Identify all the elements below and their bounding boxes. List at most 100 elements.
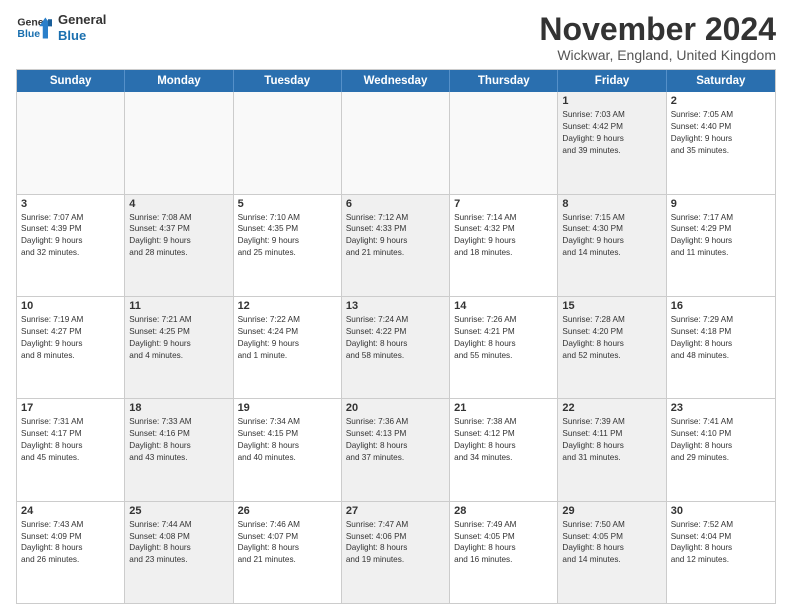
calendar-header: SundayMondayTuesdayWednesdayThursdayFrid… [17, 70, 775, 92]
calendar-week-3: 10Sunrise: 7:19 AM Sunset: 4:27 PM Dayli… [17, 297, 775, 399]
calendar-cell: 23 Sunrise: 7:41 AM Sunset: 4:10 PM Dayli… [667, 399, 775, 500]
day-number: 9 [671, 198, 771, 210]
day-info: Sunrise: 7:29 AM Sunset: 4:18 PM Dayligh… [671, 314, 771, 362]
calendar-cell: 7 Sunrise: 7:14 AM Sunset: 4:32 PM Daylig… [450, 195, 558, 296]
calendar-cell: 10Sunrise: 7:19 AM Sunset: 4:27 PM Dayli… [17, 297, 125, 398]
calendar-week-2: 3 Sunrise: 7:07 AM Sunset: 4:39 PM Daylig… [17, 195, 775, 297]
day-info: Sunrise: 7:22 AM Sunset: 4:24 PM Dayligh… [238, 314, 337, 362]
day-number: 26 [238, 505, 337, 517]
day-info: Sunrise: 7:10 AM Sunset: 4:35 PM Dayligh… [238, 212, 337, 260]
day-info: Sunrise: 7:41 AM Sunset: 4:10 PM Dayligh… [671, 416, 771, 464]
day-info: Sunrise: 7:38 AM Sunset: 4:12 PM Dayligh… [454, 416, 553, 464]
day-info: Sunrise: 7:24 AM Sunset: 4:22 PM Dayligh… [346, 314, 445, 362]
day-number: 14 [454, 300, 553, 312]
calendar-week-1: 1Sunrise: 7:03 AM Sunset: 4:42 PM Daylig… [17, 92, 775, 194]
logo-icon: General Blue [16, 14, 52, 42]
calendar-cell: 19 Sunrise: 7:34 AM Sunset: 4:15 PM Dayli… [234, 399, 342, 500]
calendar-cell: 8Sunrise: 7:15 AM Sunset: 4:30 PM Daylig… [558, 195, 666, 296]
day-info: Sunrise: 7:14 AM Sunset: 4:32 PM Dayligh… [454, 212, 553, 260]
day-number: 7 [454, 198, 553, 210]
calendar-cell: 1Sunrise: 7:03 AM Sunset: 4:42 PM Daylig… [558, 92, 666, 193]
day-info: Sunrise: 7:12 AM Sunset: 4:33 PM Dayligh… [346, 212, 445, 260]
day-number: 19 [238, 402, 337, 414]
calendar-cell [342, 92, 450, 193]
day-number: 24 [21, 505, 120, 517]
calendar-cell: 12 Sunrise: 7:22 AM Sunset: 4:24 PM Dayli… [234, 297, 342, 398]
day-info: Sunrise: 7:33 AM Sunset: 4:16 PM Dayligh… [129, 416, 228, 464]
day-number: 28 [454, 505, 553, 517]
calendar-cell: 11 Sunrise: 7:21 AM Sunset: 4:25 PM Dayli… [125, 297, 233, 398]
day-info: Sunrise: 7:47 AM Sunset: 4:06 PM Dayligh… [346, 519, 445, 567]
day-number: 8 [562, 198, 661, 210]
weekday-header-tuesday: Tuesday [234, 70, 342, 92]
day-number: 30 [671, 505, 771, 517]
day-info: Sunrise: 7:36 AM Sunset: 4:13 PM Dayligh… [346, 416, 445, 464]
calendar-cell: 22 Sunrise: 7:39 AM Sunset: 4:11 PM Dayli… [558, 399, 666, 500]
calendar-cell [17, 92, 125, 193]
svg-text:Blue: Blue [17, 27, 40, 39]
calendar-cell: 18 Sunrise: 7:33 AM Sunset: 4:16 PM Dayli… [125, 399, 233, 500]
day-info: Sunrise: 7:39 AM Sunset: 4:11 PM Dayligh… [562, 416, 661, 464]
day-number: 25 [129, 505, 228, 517]
logo-line1: General [58, 12, 106, 28]
weekday-header-saturday: Saturday [667, 70, 775, 92]
day-number: 23 [671, 402, 771, 414]
calendar-cell: 16 Sunrise: 7:29 AM Sunset: 4:18 PM Dayli… [667, 297, 775, 398]
calendar-cell: 6 Sunrise: 7:12 AM Sunset: 4:33 PM Daylig… [342, 195, 450, 296]
day-info: Sunrise: 7:05 AM Sunset: 4:40 PM Dayligh… [671, 109, 771, 157]
day-number: 18 [129, 402, 228, 414]
day-info: Sunrise: 7:19 AM Sunset: 4:27 PM Dayligh… [21, 314, 120, 362]
calendar-cell: 28 Sunrise: 7:49 AM Sunset: 4:05 PM Dayli… [450, 502, 558, 603]
calendar-cell: 21 Sunrise: 7:38 AM Sunset: 4:12 PM Dayli… [450, 399, 558, 500]
calendar-cell: 24Sunrise: 7:43 AM Sunset: 4:09 PM Dayli… [17, 502, 125, 603]
day-info: Sunrise: 7:21 AM Sunset: 4:25 PM Dayligh… [129, 314, 228, 362]
calendar-cell: 2 Sunrise: 7:05 AM Sunset: 4:40 PM Daylig… [667, 92, 775, 193]
day-number: 11 [129, 300, 228, 312]
day-info: Sunrise: 7:46 AM Sunset: 4:07 PM Dayligh… [238, 519, 337, 567]
day-info: Sunrise: 7:07 AM Sunset: 4:39 PM Dayligh… [21, 212, 120, 260]
day-number: 5 [238, 198, 337, 210]
day-number: 21 [454, 402, 553, 414]
weekday-header-friday: Friday [558, 70, 666, 92]
calendar-cell: 5 Sunrise: 7:10 AM Sunset: 4:35 PM Daylig… [234, 195, 342, 296]
day-number: 6 [346, 198, 445, 210]
calendar-cell: 30 Sunrise: 7:52 AM Sunset: 4:04 PM Dayli… [667, 502, 775, 603]
calendar-week-4: 17 Sunrise: 7:31 AM Sunset: 4:17 PM Dayli… [17, 399, 775, 501]
day-info: Sunrise: 7:34 AM Sunset: 4:15 PM Dayligh… [238, 416, 337, 464]
day-number: 3 [21, 198, 120, 210]
weekday-header-wednesday: Wednesday [342, 70, 450, 92]
day-number: 16 [671, 300, 771, 312]
weekday-header-thursday: Thursday [450, 70, 558, 92]
day-info: Sunrise: 7:28 AM Sunset: 4:20 PM Dayligh… [562, 314, 661, 362]
day-info: Sunrise: 7:52 AM Sunset: 4:04 PM Dayligh… [671, 519, 771, 567]
day-number: 22 [562, 402, 661, 414]
day-info: Sunrise: 7:31 AM Sunset: 4:17 PM Dayligh… [21, 416, 120, 464]
day-number: 17 [21, 402, 120, 414]
weekday-header-monday: Monday [125, 70, 233, 92]
day-number: 2 [671, 95, 771, 107]
day-info: Sunrise: 7:49 AM Sunset: 4:05 PM Dayligh… [454, 519, 553, 567]
calendar-cell: 14 Sunrise: 7:26 AM Sunset: 4:21 PM Dayli… [450, 297, 558, 398]
day-number: 12 [238, 300, 337, 312]
day-number: 4 [129, 198, 228, 210]
day-number: 20 [346, 402, 445, 414]
calendar: SundayMondayTuesdayWednesdayThursdayFrid… [16, 69, 776, 604]
logo-line2: Blue [58, 28, 106, 44]
calendar-cell: 4Sunrise: 7:08 AM Sunset: 4:37 PM Daylig… [125, 195, 233, 296]
calendar-cell: 25Sunrise: 7:44 AM Sunset: 4:08 PM Dayli… [125, 502, 233, 603]
calendar-cell: 29Sunrise: 7:50 AM Sunset: 4:05 PM Dayli… [558, 502, 666, 603]
day-number: 27 [346, 505, 445, 517]
day-number: 15 [562, 300, 661, 312]
calendar-cell [234, 92, 342, 193]
calendar-cell: 15 Sunrise: 7:28 AM Sunset: 4:20 PM Dayli… [558, 297, 666, 398]
calendar-cell: 9 Sunrise: 7:17 AM Sunset: 4:29 PM Daylig… [667, 195, 775, 296]
day-info: Sunrise: 7:17 AM Sunset: 4:29 PM Dayligh… [671, 212, 771, 260]
weekday-header-sunday: Sunday [17, 70, 125, 92]
calendar-cell: 3 Sunrise: 7:07 AM Sunset: 4:39 PM Daylig… [17, 195, 125, 296]
calendar-cell [125, 92, 233, 193]
page-header: General Blue General Blue November 2024 … [16, 12, 776, 63]
day-info: Sunrise: 7:26 AM Sunset: 4:21 PM Dayligh… [454, 314, 553, 362]
day-number: 13 [346, 300, 445, 312]
calendar-week-5: 24Sunrise: 7:43 AM Sunset: 4:09 PM Dayli… [17, 502, 775, 603]
calendar-cell: 26 Sunrise: 7:46 AM Sunset: 4:07 PM Dayli… [234, 502, 342, 603]
